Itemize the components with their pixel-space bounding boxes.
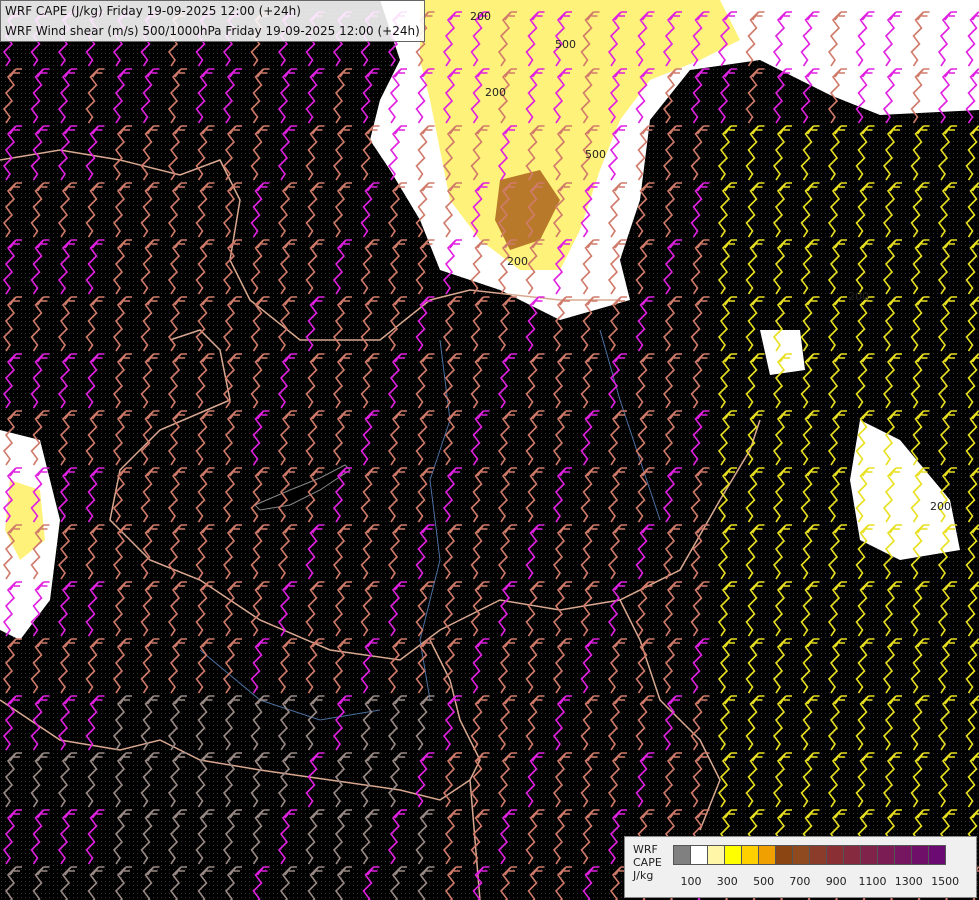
legend-swatches [673,845,946,865]
legend-tick: 1100 [858,875,887,888]
legend-swatch [826,845,844,865]
legend-swatch [673,845,691,865]
legend-label-unit: J/kg [633,869,654,882]
legend-swatch [707,845,725,865]
legend-tick: 500 [753,875,775,888]
cape-legend: WRF CAPE J/kg 100 300 500 700 900 1100 1300 150… [624,836,977,898]
legend-swatch [911,845,929,865]
legend-tick: 1500 [931,875,960,888]
legend-swatch [928,845,946,865]
legend-tick: 700 [789,875,811,888]
legend-swatch [690,845,708,865]
legend-swatch [894,845,912,865]
legend-swatch [758,845,776,865]
legend-tick: 900 [825,875,847,888]
legend-swatch [792,845,810,865]
contour-label: 200 [848,290,869,303]
legend-label-model: WRF [633,843,658,856]
legend-tick: 100 [680,875,702,888]
contour-label: 200 [470,10,491,23]
legend-tick: 300 [716,875,738,888]
legend-swatch [843,845,861,865]
legend-swatch [809,845,827,865]
contour-label: 200 [507,255,528,268]
legend-label: WRF CAPE J/kg [633,843,662,882]
contour-label: 200 [930,500,951,513]
legend-label-variable: CAPE [633,856,662,869]
contour-label: 200 [485,86,506,99]
map-title-box: WRF CAPE (J/kg) Friday 19-09-2025 12:00 … [0,0,425,42]
legend-tick: 1300 [894,875,923,888]
legend-ticks: 100 300 500 700 900 1100 1300 1500 [677,875,977,889]
cape-title: WRF CAPE (J/kg) Friday 19-09-2025 12:00 … [5,4,301,18]
wind-shear-title: WRF Wind shear (m/s) 500/1000hPa Friday … [5,24,420,38]
cape-shear-map: 200 500 200 500 200 200 200 [0,0,979,900]
legend-swatch [724,845,742,865]
legend-swatch [741,845,759,865]
contour-label: 500 [555,38,576,51]
legend-swatch [860,845,878,865]
contour-label: 500 [585,148,606,161]
legend-swatch [775,845,793,865]
legend-swatch [877,845,895,865]
